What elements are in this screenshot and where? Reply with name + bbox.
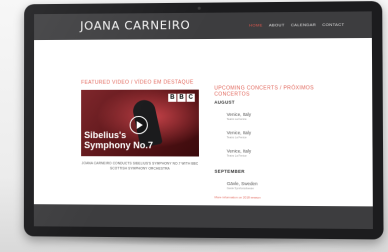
upcoming-concerts-heading: UPCOMING CONCERTS / PRÓXIMOS CONCERTOS xyxy=(214,85,314,98)
bbc-logo: B B C xyxy=(168,93,195,102)
concert-venue: Gavle Symfoniorkester xyxy=(226,187,254,191)
monitor: JOANA CARNEIRO HOME ABOUT CALENDAR CONTA… xyxy=(23,1,384,240)
concert-item[interactable]: Venice, Italy Teatro La Fenice xyxy=(227,148,251,157)
more-info-link[interactable]: More information on 2018 season xyxy=(215,195,261,199)
concert-item[interactable]: Gävle, Sweden Gavle Symfoniorkester xyxy=(227,181,258,190)
featured-video-player[interactable]: B B C Sibelius's Symphony No.7 xyxy=(81,89,200,157)
video-title: Sibelius's Symphony No.7 xyxy=(84,130,155,150)
bbc-letter-b2: B xyxy=(177,93,186,102)
concert-venue: Teatro La Fenice xyxy=(226,154,247,158)
nav-home[interactable]: HOME xyxy=(249,22,263,27)
concert-venue: Teatro La Fenice xyxy=(226,136,247,140)
main-nav: HOME ABOUT CALENDAR CONTACT xyxy=(249,22,344,28)
month-september: SEPTEMBER xyxy=(214,168,245,174)
concert-venue: Teatro La Fenice xyxy=(226,117,247,122)
bbc-letter-c: C xyxy=(186,93,195,102)
video-title-line2: Symphony No.7 xyxy=(84,140,154,151)
website-screen: JOANA CARNEIRO HOME ABOUT CALENDAR CONTA… xyxy=(33,11,373,230)
concert-item[interactable]: Venice, Italy Teatro La Fenice xyxy=(227,112,251,121)
month-august: AUGUST xyxy=(214,99,235,105)
nav-calendar[interactable]: CALENDAR xyxy=(291,22,316,27)
webcam xyxy=(197,6,201,10)
bbc-letter-b1: B xyxy=(168,93,177,102)
concert-item[interactable]: Venice, Italy Teatro La Fenice xyxy=(227,130,251,139)
featured-video-heading: FEATURED VIDEO / VÍDEO EM DESTAQUE xyxy=(81,79,194,86)
video-title-line1: Sibelius's xyxy=(84,130,127,141)
site-header: JOANA CARNEIRO HOME ABOUT CALENDAR CONTA… xyxy=(34,11,372,41)
site-title[interactable]: JOANA CARNEIRO xyxy=(80,18,190,33)
site-footer xyxy=(33,204,373,230)
nav-about[interactable]: ABOUT xyxy=(269,22,285,27)
nav-contact[interactable]: CONTACT xyxy=(322,22,344,27)
video-caption: JOANA CARNEIRO CONDUCTS SIBELIUS'S SYMPH… xyxy=(81,161,199,171)
